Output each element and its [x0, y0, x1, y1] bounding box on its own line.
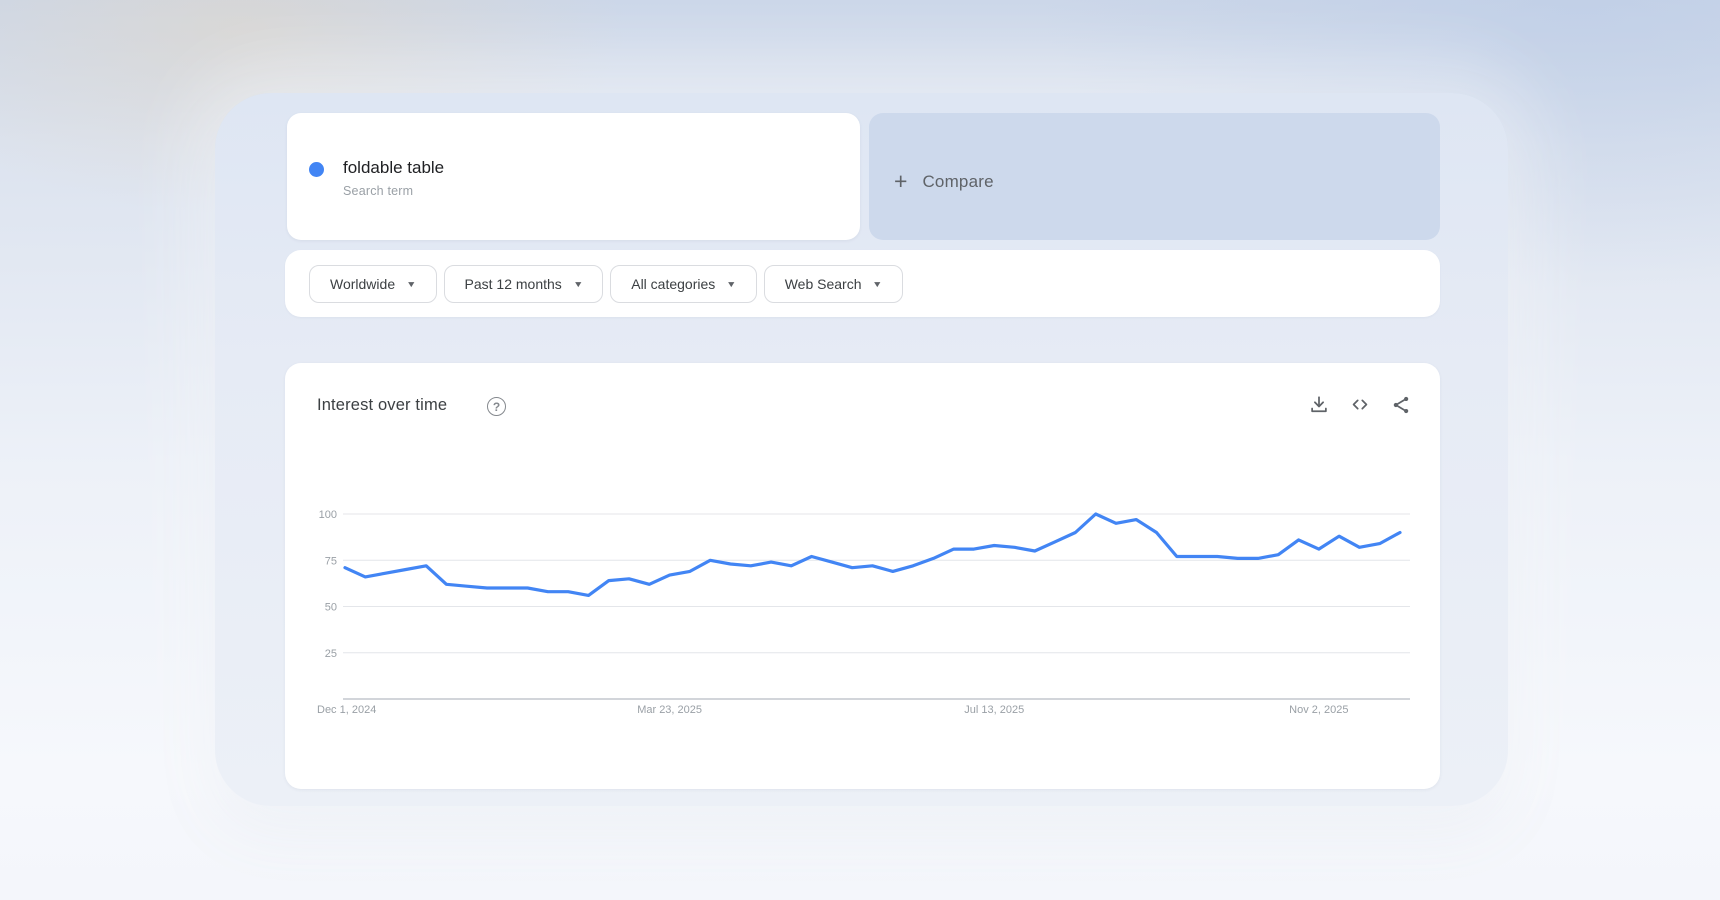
y-tick-label: 75: [325, 555, 337, 567]
chevron-down-icon: ▼: [726, 278, 737, 289]
compare-label: Compare: [922, 171, 994, 191]
filter-pill-search-type[interactable]: Web Search ▼: [763, 264, 903, 303]
google-trends-page: { "search_card": { "term": "foldable tab…: [0, 0, 1720, 900]
trend-line-series: [343, 512, 1402, 597]
filter-label: Web Search: [784, 275, 862, 292]
series-color-dot: [309, 162, 324, 177]
x-tick-label: Mar 23, 2025: [637, 704, 702, 716]
filter-pill-geo[interactable]: Worldwide ▼: [309, 264, 437, 303]
x-tick-label: Dec 1, 2024: [317, 704, 376, 716]
filter-pill-category[interactable]: All categories ▼: [610, 264, 757, 303]
filter-pill-time-range[interactable]: Past 12 months ▼: [443, 264, 604, 303]
y-tick-label: 50: [325, 602, 337, 614]
axis-labels: 25 50 75 100 Dec 1, 2024 Mar 23, 2025 Jul 13, …: [317, 509, 1349, 716]
gridlines: [343, 513, 1410, 700]
search-term-title: foldable table: [343, 158, 445, 177]
filter-label: All categories: [631, 275, 716, 292]
chevron-down-icon: ▼: [406, 278, 417, 289]
search-term-card[interactable]: foldable table Search term: [287, 113, 860, 240]
y-tick-label: 100: [319, 509, 337, 521]
x-tick-label: Nov 2, 2025: [1289, 704, 1348, 716]
chevron-down-icon: ▼: [572, 278, 584, 289]
compare-add-card[interactable]: + Compare: [869, 113, 1440, 240]
interest-over-time-card: Interest over time ? 25 50 75 100 Dec 1, 202…: [285, 363, 1440, 789]
filter-label: Worldwide: [330, 275, 396, 292]
search-term-subtitle: Search term: [343, 184, 414, 198]
y-tick-label: 25: [325, 648, 337, 660]
x-tick-label: Jul 13, 2025: [964, 704, 1024, 716]
interest-line-chart[interactable]: 25 50 75 100 Dec 1, 2024 Mar 23, 2025 Jul 13, …: [285, 363, 1440, 789]
filter-label: Past 12 months: [464, 275, 562, 292]
plus-icon: +: [894, 168, 908, 194]
chevron-down-icon: ▼: [872, 278, 883, 289]
trends-explore-panel: foldable table Search term + Compare Wor…: [215, 93, 1508, 806]
filter-bar: Worldwide ▼ Past 12 months ▼ All categories ▼…: [285, 250, 1440, 317]
